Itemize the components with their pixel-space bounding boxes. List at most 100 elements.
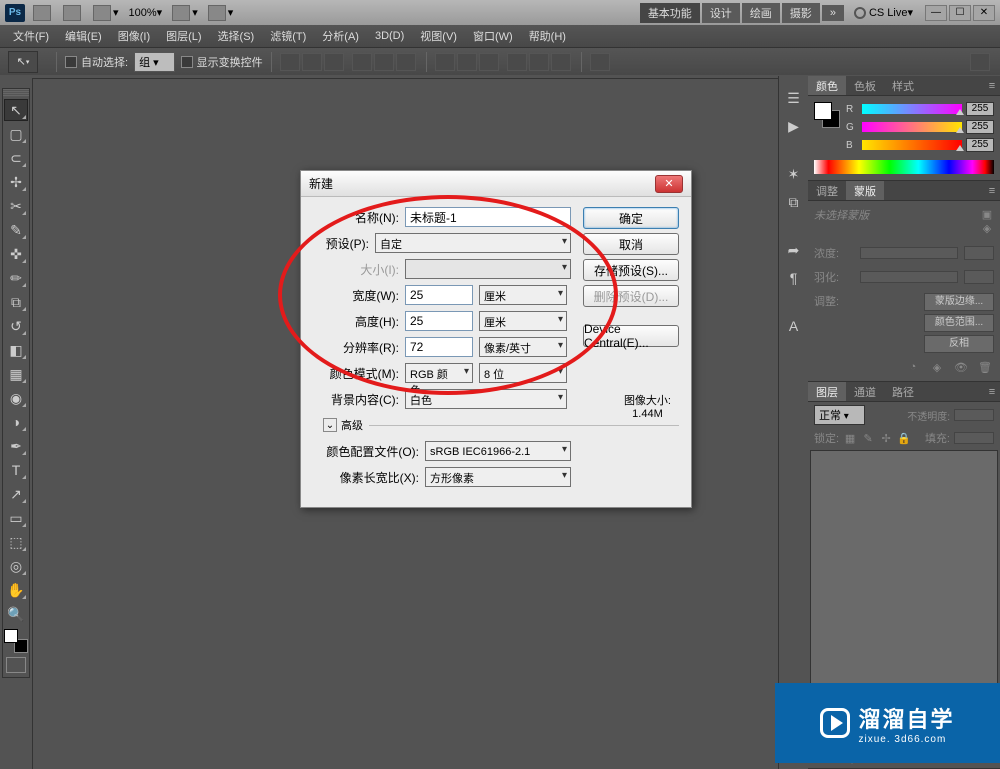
menu-3d[interactable]: 3D(D) — [367, 30, 412, 42]
spectrum-bar[interactable] — [814, 160, 994, 174]
delete-mask-icon[interactable]: 🗑 — [976, 359, 994, 375]
apply-mask-icon[interactable]: ◈ — [928, 359, 946, 375]
align-top-icon[interactable] — [280, 53, 300, 71]
bridge-icon[interactable] — [33, 5, 53, 21]
workspace-essentials[interactable]: 基本功能 — [640, 3, 700, 23]
window-maximize[interactable]: ☐ — [949, 5, 971, 21]
menu-layer[interactable]: 图层(L) — [158, 28, 209, 44]
view-extras-dropdown[interactable]: ▾ — [93, 5, 119, 21]
actions-panel-icon[interactable]: ▶ — [783, 115, 805, 137]
tab-layers[interactable]: 图层 — [808, 382, 846, 401]
distribute-right-icon[interactable] — [551, 53, 571, 71]
width-input[interactable] — [405, 285, 473, 305]
g-value[interactable]: 255 — [966, 120, 994, 134]
zoom-tool[interactable]: 🔍 — [4, 603, 28, 625]
disable-mask-icon[interactable]: 👁 — [952, 359, 970, 375]
layers-panel-menu[interactable]: ≡ — [984, 382, 1000, 401]
menu-select[interactable]: 选择(S) — [210, 28, 263, 44]
lock-position-icon[interactable]: ✢ — [879, 431, 893, 445]
eyedropper-tool[interactable]: ✎ — [4, 219, 28, 241]
hand-tool[interactable]: ✋ — [4, 579, 28, 601]
ok-button[interactable]: 确定 — [583, 207, 679, 229]
lock-pixels-icon[interactable]: ✎ — [861, 431, 875, 445]
auto-align-icon[interactable] — [590, 53, 610, 71]
blur-tool[interactable]: ◉ — [4, 387, 28, 409]
invert-button[interactable]: 反相 — [924, 335, 994, 353]
height-input[interactable] — [405, 311, 473, 331]
pixel-mask-icon[interactable]: ▣ — [980, 207, 994, 221]
advanced-collapse-toggle[interactable]: ⌄ — [323, 418, 337, 432]
color-panel-menu[interactable]: ≡ — [984, 76, 1000, 95]
tab-adjustments[interactable]: 调整 — [808, 181, 846, 200]
menu-image[interactable]: 图像(I) — [110, 28, 158, 44]
tab-paths[interactable]: 路径 — [884, 382, 922, 401]
window-close[interactable]: ✕ — [973, 5, 995, 21]
menu-view[interactable]: 视图(V) — [412, 28, 465, 44]
gradient-tool[interactable]: ▦ — [4, 363, 28, 385]
color-range-button[interactable]: 颜色范围... — [924, 314, 994, 332]
preset-dropdown[interactable]: 自定 — [375, 233, 571, 253]
lasso-tool[interactable]: ⊂ — [4, 147, 28, 169]
options-collapse-icon[interactable] — [970, 53, 990, 71]
distribute-hcenter-icon[interactable] — [529, 53, 549, 71]
height-unit-dropdown[interactable]: 厘米 — [479, 311, 567, 331]
brush-panel-icon[interactable]: ✶ — [783, 163, 805, 185]
distribute-bottom-icon[interactable] — [479, 53, 499, 71]
pixelaspect-dropdown[interactable]: 方形像素 — [425, 467, 571, 487]
type-tool[interactable]: T — [4, 459, 28, 481]
move-tool[interactable]: ↖ — [4, 99, 28, 121]
colormode-dropdown[interactable]: RGB 颜色 — [405, 363, 473, 383]
r-value[interactable]: 255 — [966, 102, 994, 116]
resolution-input[interactable] — [405, 337, 473, 357]
window-minimize[interactable]: — — [925, 5, 947, 21]
workspace-more[interactable]: » — [822, 5, 844, 21]
menu-help[interactable]: 帮助(H) — [521, 28, 574, 44]
lock-all-icon[interactable]: 🔒 — [897, 431, 911, 445]
align-left-icon[interactable] — [352, 53, 372, 71]
save-preset-button[interactable]: 存储预设(S)... — [583, 259, 679, 281]
distribute-left-icon[interactable] — [507, 53, 527, 71]
tab-styles[interactable]: 样式 — [884, 76, 922, 95]
paragraph-panel-icon[interactable]: ¶ — [783, 267, 805, 289]
distribute-vcenter-icon[interactable] — [457, 53, 477, 71]
align-right-icon[interactable] — [396, 53, 416, 71]
pen-tool[interactable]: ✒ — [4, 435, 28, 457]
g-slider[interactable] — [862, 122, 962, 132]
foreground-background-colors[interactable] — [4, 629, 28, 653]
brush-tool[interactable]: ✏ — [4, 267, 28, 289]
menu-file[interactable]: 文件(F) — [5, 28, 57, 44]
workspace-design[interactable]: 设计 — [702, 3, 740, 23]
r-slider[interactable] — [862, 104, 962, 114]
menu-window[interactable]: 窗口(W) — [465, 28, 521, 44]
dialog-close-button[interactable]: ✕ — [655, 175, 683, 193]
3d-tool[interactable]: ⬚ — [4, 531, 28, 553]
move-tool-preset[interactable]: ↖▾ — [8, 51, 38, 73]
blend-mode-dropdown[interactable]: 正常 ▾ — [814, 405, 865, 425]
bgcontent-dropdown[interactable]: 白色 — [405, 389, 567, 409]
toolbox-drag-handle[interactable] — [3, 89, 29, 97]
dialog-titlebar[interactable]: 新建 ✕ — [301, 171, 691, 197]
3d-camera-tool[interactable]: ◎ — [4, 555, 28, 577]
device-central-button[interactable]: Device Central(E)... — [583, 325, 679, 347]
align-hcenter-icon[interactable] — [374, 53, 394, 71]
marquee-tool[interactable]: ▢ — [4, 123, 28, 145]
history-brush-tool[interactable]: ↺ — [4, 315, 28, 337]
info-panel-icon[interactable]: A — [783, 315, 805, 337]
eraser-tool[interactable]: ◧ — [4, 339, 28, 361]
bitdepth-dropdown[interactable]: 8 位 — [479, 363, 567, 383]
path-select-tool[interactable]: ↗ — [4, 483, 28, 505]
mask-edge-button[interactable]: 蒙版边缘... — [924, 293, 994, 311]
cancel-button[interactable]: 取消 — [583, 233, 679, 255]
workspace-painting[interactable]: 绘画 — [742, 3, 780, 23]
menu-filter[interactable]: 滤镜(T) — [262, 28, 314, 44]
vector-mask-icon[interactable]: ◈ — [980, 221, 994, 235]
arrange-docs-dropdown[interactable]: ▾ — [172, 5, 198, 21]
tab-color[interactable]: 颜色 — [808, 76, 846, 95]
tab-mask[interactable]: 蒙版 — [846, 181, 884, 200]
crop-tool[interactable]: ✂ — [4, 195, 28, 217]
distribute-top-icon[interactable] — [435, 53, 455, 71]
mask-panel-menu[interactable]: ≡ — [984, 181, 1000, 200]
name-input[interactable] — [405, 207, 571, 227]
align-bottom-icon[interactable] — [324, 53, 344, 71]
healing-brush-tool[interactable]: ✜ — [4, 243, 28, 265]
